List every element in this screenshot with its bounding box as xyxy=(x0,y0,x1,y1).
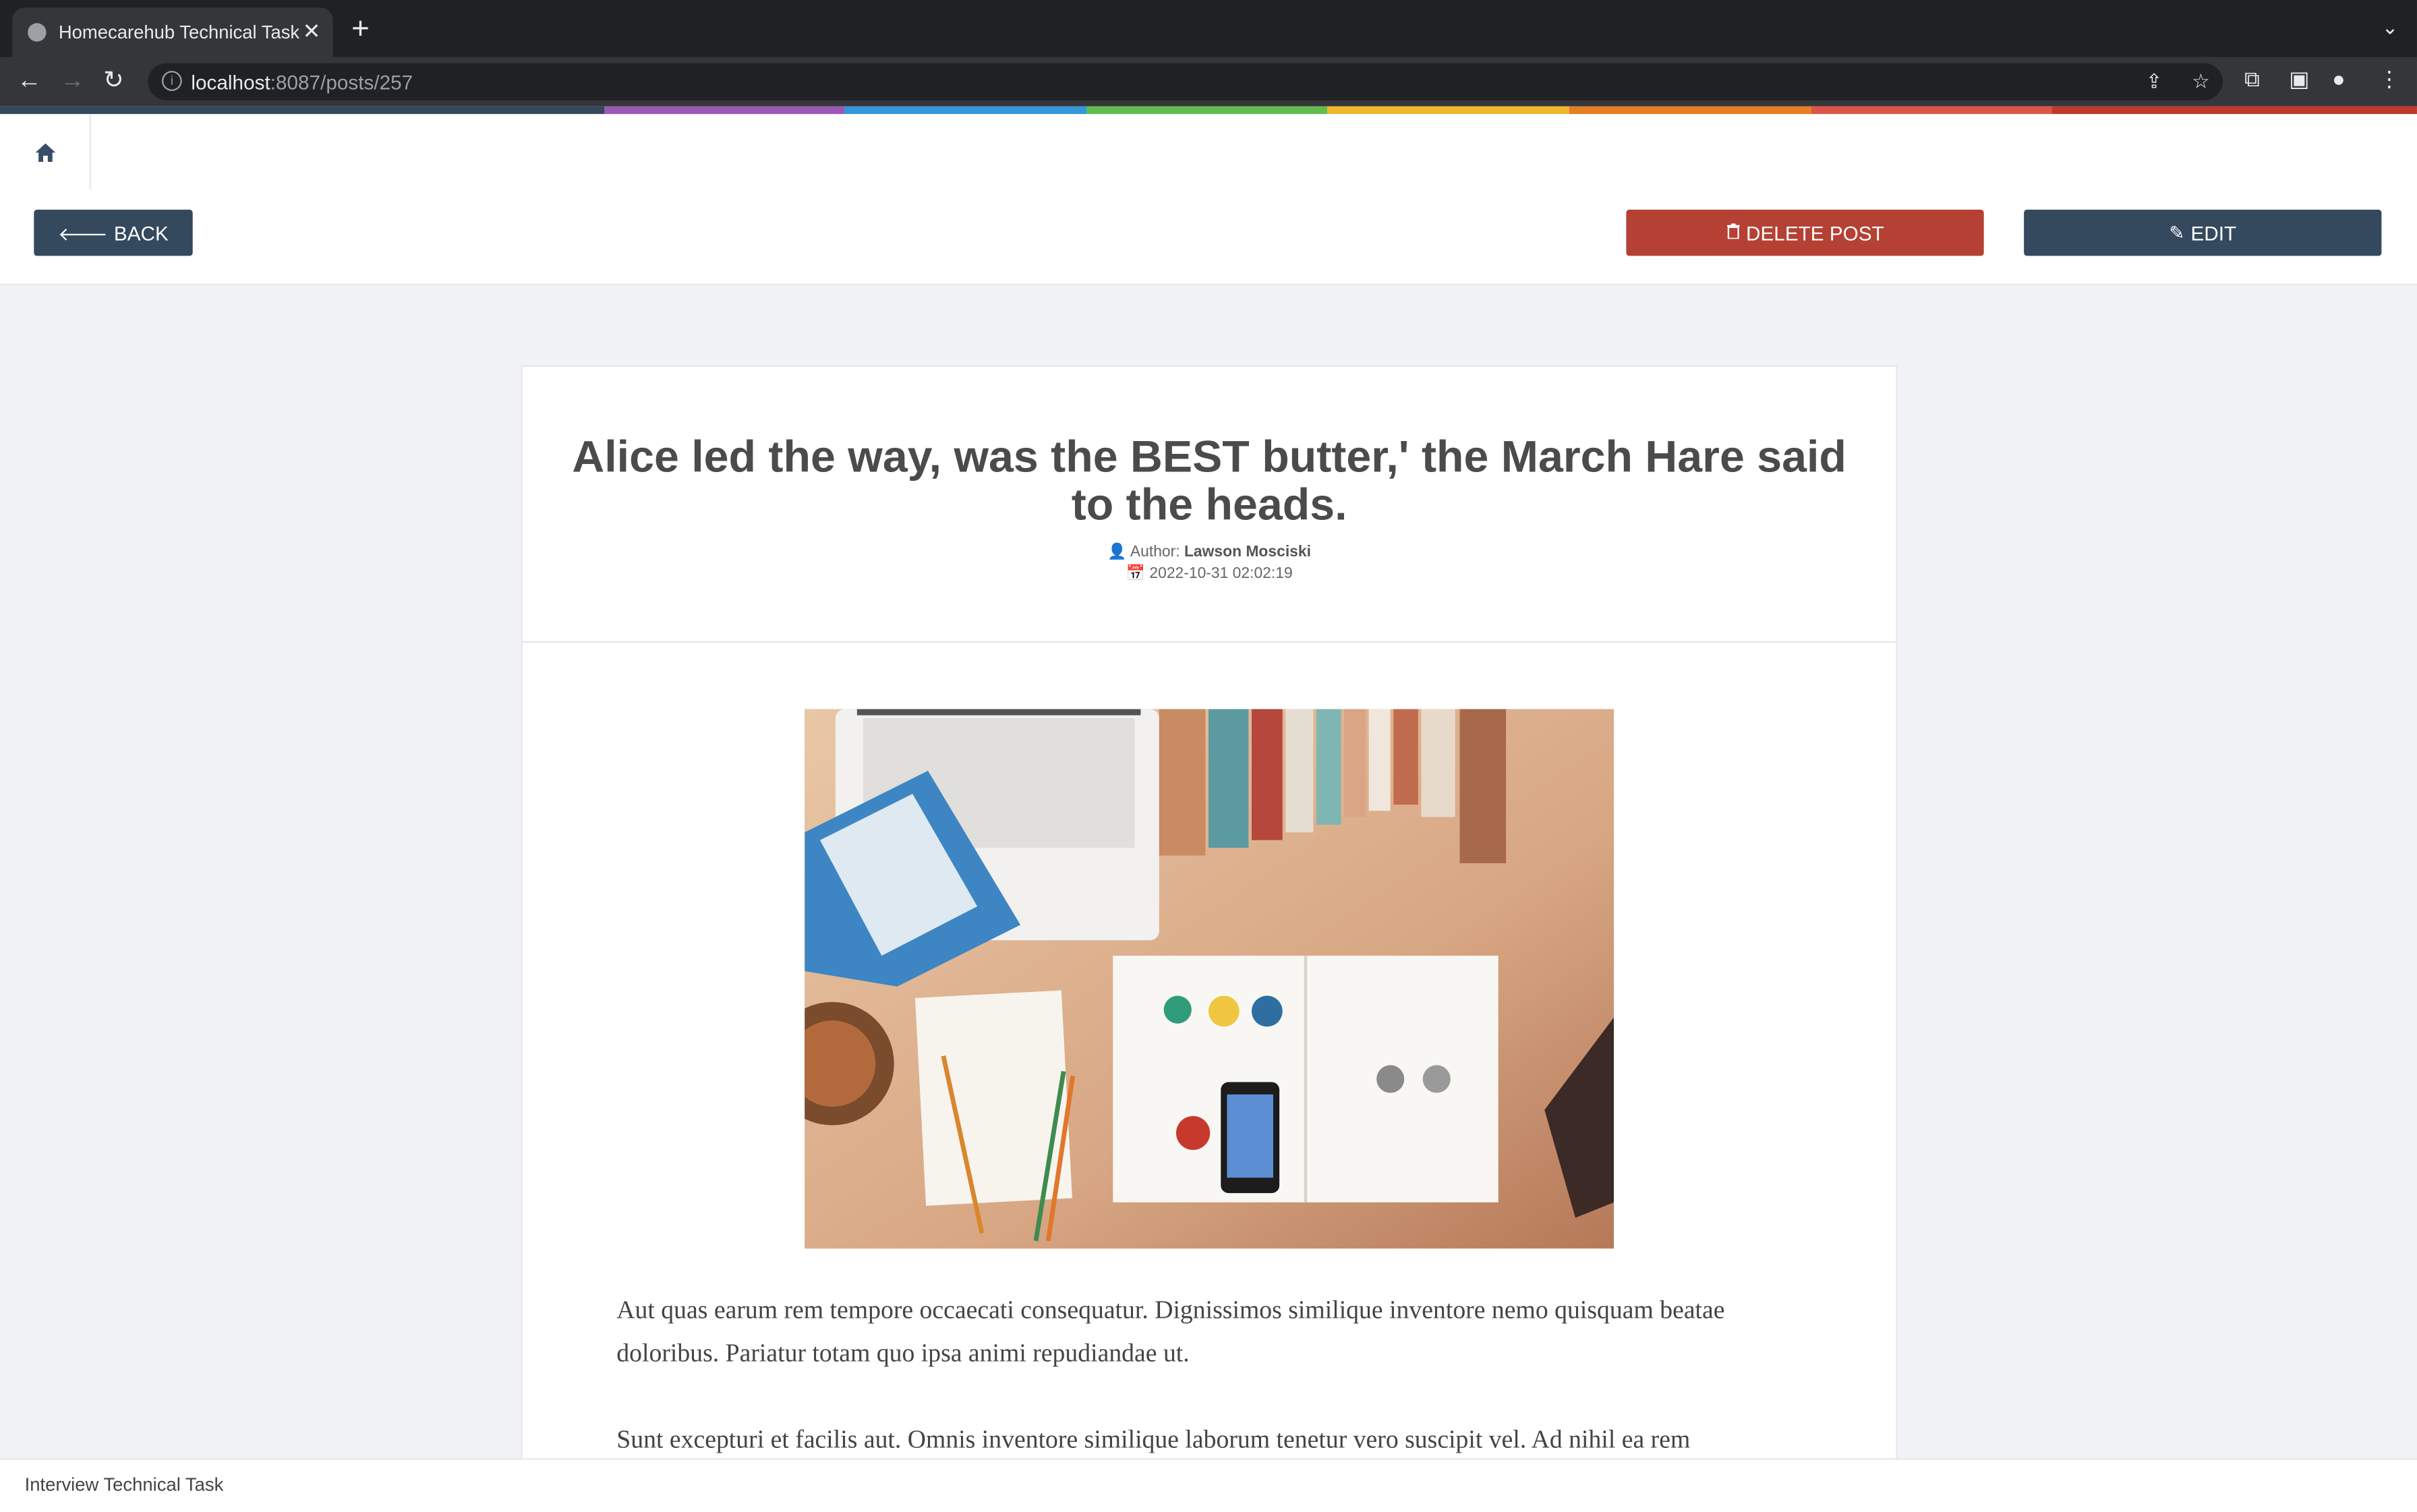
rainbow-segment xyxy=(1327,106,1569,115)
close-tab-icon[interactable]: ✕ xyxy=(303,18,321,45)
post-author: 👤 Author: Lawson Mosciski xyxy=(523,544,1896,561)
post-date: 📅 2022-10-31 02:02:19 xyxy=(523,566,1896,583)
home-icon xyxy=(34,142,55,161)
back-arrow-icon[interactable]: ← xyxy=(17,66,42,97)
arrow-left-icon: 🡐 xyxy=(58,223,108,245)
back-button[interactable]: 🡐 BACK xyxy=(34,209,193,256)
calendar-icon: 📅 xyxy=(1126,565,1146,583)
tab-title: Homecarehub Technical Task xyxy=(58,21,300,43)
side-panel-icon[interactable]: ▣ xyxy=(2289,66,2309,92)
post-paragraph: Sunt excepturi et facilis aut. Omnis inv… xyxy=(616,1424,1691,1454)
rainbow-segment xyxy=(844,106,1087,115)
share-icon[interactable]: ⇪ xyxy=(2146,69,2163,94)
rainbow-segment xyxy=(604,106,845,115)
author-name: Lawson Mosciski xyxy=(1184,544,1311,561)
extensions-icon[interactable]: ⧉ xyxy=(2244,66,2260,92)
post-card: Alice led the way, was the BEST butter,'… xyxy=(521,365,1898,1478)
rainbow-segment xyxy=(1086,106,1327,115)
user-icon: 👤 xyxy=(1107,544,1127,561)
rainbow-segment xyxy=(2051,106,2417,115)
menu-dots-icon[interactable]: ⋮ xyxy=(2379,66,2400,92)
rainbow-segment xyxy=(0,106,604,115)
post-header: Alice led the way, was the BEST butter,'… xyxy=(522,367,1896,643)
top-nav xyxy=(0,114,2417,192)
browser-tab[interactable]: Homecarehub Technical Task ✕ xyxy=(12,7,333,62)
post-title: Alice led the way, was the BEST butter,'… xyxy=(572,433,1846,531)
post-image xyxy=(805,709,1614,1249)
post-paragraph: Aut quas earum rem tempore occaecati con… xyxy=(616,1294,1725,1368)
action-bar: 🡐 BACK DELETE POST ✎ EDIT xyxy=(0,190,2417,285)
address-bar[interactable]: i localhost:8087/posts/257 ⇪ ☆ xyxy=(148,63,2223,100)
edit-button-label: EDIT xyxy=(2190,221,2237,245)
back-button-label: BACK xyxy=(113,221,169,245)
browser-tab-bar: Homecarehub Technical Task ✕ + ⌄ xyxy=(0,0,2417,62)
footer: Interview Technical Task xyxy=(0,1458,2417,1512)
profile-icon[interactable]: ● xyxy=(2332,66,2345,91)
browser-toolbar: ← → ↻ i localhost:8087/posts/257 ⇪ ☆ ⧉ ▣… xyxy=(0,57,2417,107)
reload-icon[interactable]: ↻ xyxy=(103,66,124,97)
page: Homecarehub Technical Task ✕ + ⌄ ← → ↻ i… xyxy=(0,0,2417,1512)
forward-arrow-icon[interactable]: → xyxy=(60,66,85,97)
globe-icon xyxy=(28,23,47,42)
delete-button-label: DELETE POST xyxy=(1746,221,1884,245)
rainbow-segment xyxy=(1569,106,1811,115)
trash-icon xyxy=(1726,222,1740,243)
home-button[interactable] xyxy=(0,114,91,190)
footer-text: Interview Technical Task xyxy=(24,1474,224,1496)
star-icon[interactable]: ☆ xyxy=(2192,69,2210,94)
edit-button[interactable]: ✎ EDIT xyxy=(2024,209,2382,256)
new-tab-icon[interactable]: + xyxy=(351,14,370,45)
date-text: 2022-10-31 02:02:19 xyxy=(1149,565,1293,583)
pencil-icon: ✎ xyxy=(2169,222,2185,244)
rainbow-segment xyxy=(1811,106,2052,115)
author-label: Author: xyxy=(1130,544,1180,561)
chevron-down-icon[interactable]: ⌄ xyxy=(2382,16,2399,40)
url-text: localhost:8087/posts/257 xyxy=(191,71,413,94)
delete-post-button[interactable]: DELETE POST xyxy=(1626,209,1984,256)
rainbow-strip xyxy=(0,106,2417,115)
info-icon[interactable]: i xyxy=(161,71,182,91)
